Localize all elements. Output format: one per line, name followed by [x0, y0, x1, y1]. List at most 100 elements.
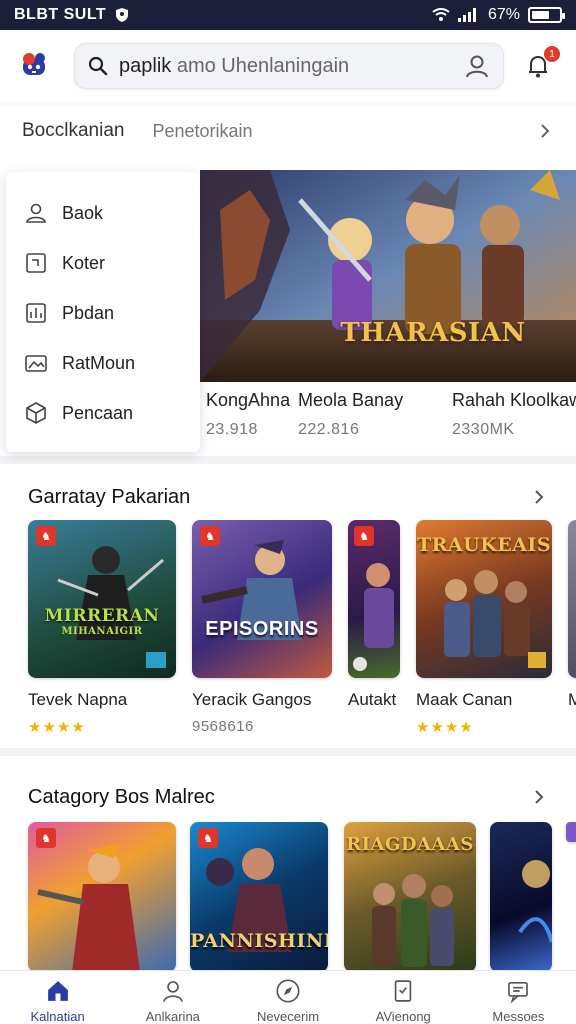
hero-item-sub: 2330MK: [452, 421, 515, 438]
game-row: ♞ MIRRERAN MIHANAIGIR Tevek Napna ★★★★ ♞…: [0, 520, 576, 750]
bottom-navigation: Kalnatian Anlkarina Nevecerim AVienong M…: [0, 970, 576, 1024]
chart-icon: [26, 303, 46, 323]
hero-item-title: Rahah Kloolkaw: [452, 390, 576, 410]
hero-item-2[interactable]: Rahah Kloolkaw 2330MK: [452, 390, 576, 439]
game-card[interactable]: [566, 822, 576, 842]
side-menu: Baok Koter Pbdan RatMoun Pencaan: [6, 172, 200, 452]
game-name: M: [568, 690, 576, 709]
game-name: Maak Canan: [416, 690, 513, 709]
thumb-subtitle: MIHANAIGIR: [61, 626, 143, 637]
chevron-right-icon[interactable]: [530, 488, 548, 506]
menu-item-label: Pencaan: [62, 402, 134, 423]
game-thumbnail: ♞ PANNISHINE: [190, 822, 328, 972]
tab-second[interactable]: Penetorikain: [152, 121, 252, 142]
nav-item-profile[interactable]: Anlkarina: [115, 971, 230, 1024]
game-card[interactable]: ♞ PANNISHINE: [190, 822, 328, 972]
messages-icon: [508, 981, 529, 1004]
menu-item-label: Baok: [62, 202, 104, 223]
document-icon: [394, 980, 412, 1002]
game-row: ♞ ♞ PANNISHINE RIAGDAAAS: [0, 822, 576, 972]
thumb-art: [353, 563, 394, 671]
hero-section: Baok Koter Pbdan RatMoun Pencaan THARASI…: [0, 168, 576, 456]
game-thumbnail: ♞ MIRRERAN MIHANAIGIR: [28, 520, 176, 678]
hero-item-sub: 23.918: [206, 421, 258, 438]
menu-item-2[interactable]: Pbdan: [6, 288, 200, 338]
game-downloads: 9568616: [192, 718, 254, 735]
rating-stars: ★★★★: [416, 719, 474, 736]
nav-label: Kalnatian: [30, 1009, 85, 1024]
thumb-title: PANNISHINE: [190, 930, 328, 952]
nav-item-home[interactable]: Kalnatian: [0, 971, 115, 1024]
game-thumbnail: ♞: [348, 520, 400, 678]
menu-item-4[interactable]: Pencaan: [6, 388, 200, 438]
thumb-art: [518, 860, 552, 943]
nav-label: Nevecerim: [256, 1009, 320, 1024]
game-card[interactable]: M: [568, 520, 576, 710]
menu-item-label: Pbdan: [62, 302, 115, 323]
game-card[interactable]: [490, 822, 552, 972]
game-card[interactable]: ♞ Autakt: [348, 520, 400, 710]
app-screen: BLBT SULT 67% paplik amo Uhenlaningain 1…: [0, 0, 576, 1024]
game-card[interactable]: TRAUKEAIS Maak Canan ★★★★: [416, 520, 552, 736]
rating-stars: ★★★★: [28, 719, 86, 736]
featured-banner[interactable]: THARASIAN: [200, 170, 576, 382]
divider: [0, 748, 576, 756]
menu-item-label: RatMoun: [62, 352, 136, 373]
status-bar: BLBT SULT 67%: [0, 0, 576, 30]
category-tabs: Bocclkanian Penetorikain: [0, 102, 576, 160]
wifi-icon: [432, 8, 450, 21]
hero-item-title: Meola Banay: [298, 390, 404, 410]
section-header: Catagory Bos Malrec: [0, 782, 576, 812]
hero-labels: KongAhna 23.918 Meola Banay 222.816 Raha…: [206, 390, 576, 450]
game-name: Yeracik Gangos: [192, 690, 312, 709]
game-thumbnail: ♞ EPISORINS: [192, 520, 332, 678]
game-thumbnail: [490, 822, 552, 972]
thumb-title: RIAGDAAAS: [346, 834, 474, 855]
thumb-title: TRAUKEAIS: [416, 534, 552, 556]
nav-label: Anlkarina: [145, 1009, 200, 1024]
profile-icon: [162, 981, 183, 1002]
shield-icon: [116, 8, 129, 22]
section-header: Garratay Pakarian: [0, 482, 576, 512]
menu-item-label: Koter: [62, 252, 106, 273]
nav-item-library[interactable]: AVienong: [346, 971, 461, 1024]
search-placeholder: amo Uhenlaningain: [176, 54, 350, 77]
search-bar[interactable]: paplik amo Uhenlaningain: [74, 43, 504, 89]
game-card[interactable]: ♞ EPISORINS Yeracik Gangos 9568616: [192, 520, 332, 735]
hero-item-1[interactable]: Meola Banay 222.816: [298, 390, 403, 439]
battery-percent: 67%: [487, 6, 520, 23]
hero-item-0[interactable]: KongAhna 23.918: [206, 390, 290, 439]
search-icon: [88, 56, 108, 76]
thumb-art: [57, 546, 166, 668]
chevron-right-icon[interactable]: [530, 788, 548, 806]
home-icon: [47, 981, 68, 1001]
tab-active[interactable]: Bocclkanian: [22, 120, 124, 142]
game-card[interactable]: RIAGDAAAS: [344, 822, 476, 972]
user-icon: [26, 203, 46, 223]
game-thumbnail: TRAUKEAIS: [416, 520, 552, 678]
nav-item-explore[interactable]: Nevecerim: [230, 971, 345, 1024]
notification-button[interactable]: 1: [520, 46, 560, 84]
image-icon: [25, 355, 47, 372]
menu-item-1[interactable]: Koter: [6, 238, 200, 288]
section-title: Catagory Bos Malrec: [28, 785, 215, 808]
nav-label: Messoes: [492, 1009, 545, 1024]
menu-item-0[interactable]: Baok: [6, 188, 200, 238]
nav-item-messages[interactable]: Messoes: [461, 971, 576, 1024]
game-name: Autakt: [348, 690, 397, 709]
hero-item-sub: 222.816: [298, 421, 360, 438]
game-card[interactable]: ♞: [28, 822, 176, 972]
user-icon[interactable]: [463, 52, 491, 80]
game-card[interactable]: ♞ MIRRERAN MIHANAIGIR Tevek Napna ★★★★: [28, 520, 176, 736]
thumb-title: EPISORINS: [205, 618, 319, 640]
menu-item-3[interactable]: RatMoun: [6, 338, 200, 388]
nav-label: AVienong: [375, 1009, 431, 1024]
chevron-right-icon[interactable]: [536, 122, 554, 140]
game-logo-icon[interactable]: [16, 48, 52, 84]
signal-icon: [457, 8, 476, 22]
tag-icon: [26, 253, 46, 273]
box-icon: [26, 402, 46, 424]
search-input[interactable]: paplik amo Uhenlaningain: [119, 55, 463, 78]
search-query: paplik: [119, 54, 172, 77]
top-app-bar: paplik amo Uhenlaningain 1: [0, 30, 576, 102]
